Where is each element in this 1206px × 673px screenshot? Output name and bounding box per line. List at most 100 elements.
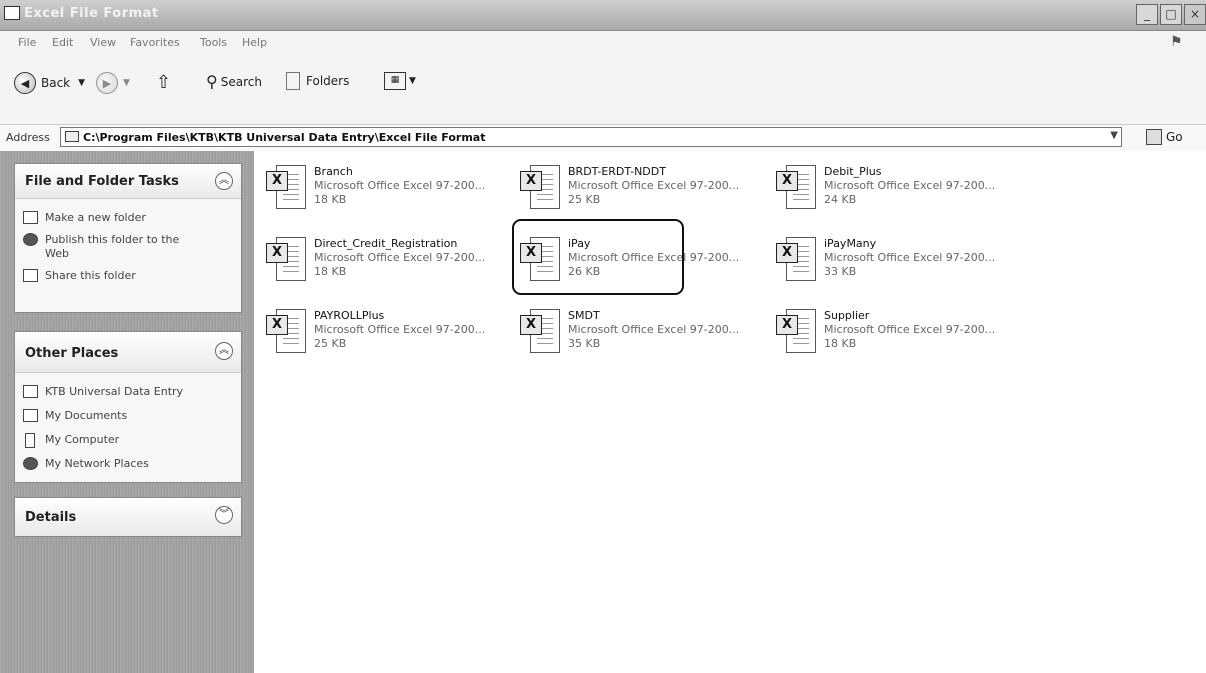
dropdown-arrow-icon: ▼ <box>123 78 130 88</box>
address-input[interactable]: C:\Program Files\KTB\KTB Universal Data … <box>60 127 1122 147</box>
excel-file-icon: X <box>776 165 818 211</box>
file-item[interactable]: X BRDT-ERDT-NDDT Microsoft Office Excel … <box>516 163 756 217</box>
task-share-folder[interactable]: Share this folder <box>15 269 241 283</box>
menu-file[interactable]: File <box>18 36 36 49</box>
go-label: Go <box>1166 130 1183 144</box>
task-label: Make a new folder <box>45 211 146 224</box>
task-make-new-folder[interactable]: Make a new folder <box>15 211 241 225</box>
selection-highlight-outline <box>512 219 684 295</box>
file-size: 24 KB <box>824 193 857 206</box>
back-button[interactable]: ◀ Back ▼ <box>14 72 85 94</box>
minimize-button[interactable]: _ <box>1136 4 1158 25</box>
new-folder-icon <box>23 211 38 224</box>
excel-file-icon: X <box>266 309 308 355</box>
menu-favorites[interactable]: Favorites <box>130 36 180 49</box>
task-publish-folder[interactable]: Publish this folder to the Web <box>15 233 205 261</box>
menu-tools[interactable]: Tools <box>200 36 227 49</box>
file-item[interactable]: X Debit_Plus Microsoft Office Excel 97-2… <box>772 163 1012 217</box>
search-icon: ⚲ <box>206 72 218 91</box>
address-label: Address <box>6 131 50 144</box>
panel-header[interactable]: Other Places ︽ <box>15 332 241 373</box>
file-item[interactable]: X PAYROLLPlus Microsoft Office Excel 97-… <box>262 307 502 361</box>
network-icon <box>23 457 38 470</box>
views-button[interactable]: ▦ ▼ <box>384 72 416 90</box>
file-folder-tasks-panel: File and Folder Tasks ︽ Make a new folde… <box>14 163 242 313</box>
excel-file-icon: X <box>520 309 562 355</box>
dropdown-arrow-icon: ▼ <box>409 76 416 86</box>
file-type: Microsoft Office Excel 97-200... <box>824 251 996 264</box>
menu-help[interactable]: Help <box>242 36 267 49</box>
file-size: 18 KB <box>314 193 347 206</box>
maximize-button[interactable]: □ <box>1160 4 1182 25</box>
task-pane: File and Folder Tasks ︽ Make a new folde… <box>0 151 254 673</box>
close-button[interactable]: × <box>1184 4 1206 25</box>
documents-folder-icon <box>23 409 38 422</box>
back-arrow-icon: ◀ <box>14 72 36 94</box>
folders-icon <box>286 72 300 90</box>
toolbar: ◀ Back ▼ ▶ ▼ ⇧ ⚲ Search Folders ▦ ▼ <box>0 54 1206 114</box>
place-my-documents[interactable]: My Documents <box>15 409 241 423</box>
panel-title: Details <box>25 510 77 525</box>
excel-file-icon: X <box>776 237 818 283</box>
file-type: Microsoft Office Excel 97-200... <box>824 323 996 336</box>
place-label: KTB Universal Data Entry <box>45 385 184 398</box>
file-size: 25 KB <box>314 337 347 350</box>
place-label: My Network Places <box>45 457 149 470</box>
excel-file-icon: X <box>776 309 818 355</box>
up-arrow-icon: ⇧ <box>156 72 172 93</box>
folder-icon <box>4 6 20 20</box>
file-type: Microsoft Office Excel 97-200... <box>824 179 996 192</box>
panel-header[interactable]: Details ︾ <box>15 498 241 536</box>
place-my-computer[interactable]: My Computer <box>15 433 241 448</box>
go-arrow-icon <box>1146 129 1162 145</box>
forward-button[interactable]: ▶ ▼ <box>96 72 130 94</box>
file-type: Microsoft Office Excel 97-200... <box>568 179 740 192</box>
place-ktb-universal-data-entry[interactable]: KTB Universal Data Entry <box>15 385 241 399</box>
folders-label: Folders <box>306 74 350 88</box>
views-icon: ▦ <box>384 72 406 90</box>
window-title: Excel File Format <box>24 6 159 21</box>
file-item[interactable]: X iPayMany Microsoft Office Excel 97-200… <box>772 235 1012 289</box>
file-size: 35 KB <box>568 337 601 350</box>
panel-title: File and Folder Tasks <box>25 174 179 189</box>
file-name: Debit_Plus <box>824 165 882 178</box>
expand-chevron-icon[interactable]: ︾ <box>215 506 233 524</box>
place-my-network-places[interactable]: My Network Places <box>15 457 241 471</box>
file-list: X Branch Microsoft Office Excel 97-200..… <box>254 151 1206 673</box>
file-size: 18 KB <box>314 265 347 278</box>
go-button[interactable]: Go <box>1146 129 1183 145</box>
excel-file-icon: X <box>266 237 308 283</box>
panel-header[interactable]: File and Folder Tasks ︽ <box>15 164 241 199</box>
file-item[interactable]: X SMDT Microsoft Office Excel 97-200... … <box>516 307 756 361</box>
file-size: 25 KB <box>568 193 601 206</box>
folders-button[interactable]: Folders <box>286 72 349 90</box>
file-item[interactable]: X Supplier Microsoft Office Excel 97-200… <box>772 307 1012 361</box>
address-path: C:\Program Files\KTB\KTB Universal Data … <box>83 131 486 144</box>
file-type: Microsoft Office Excel 97-200... <box>314 179 486 192</box>
file-item[interactable]: X Branch Microsoft Office Excel 97-200..… <box>262 163 502 217</box>
file-type: Microsoft Office Excel 97-200... <box>314 251 486 264</box>
place-label: My Documents <box>45 409 128 422</box>
collapse-chevron-icon[interactable]: ︽ <box>215 172 233 190</box>
task-label: Share this folder <box>45 269 136 282</box>
collapse-chevron-icon[interactable]: ︽ <box>215 342 233 360</box>
computer-icon <box>25 433 35 448</box>
folder-icon <box>65 131 79 142</box>
task-label: Publish this folder to the Web <box>45 233 180 260</box>
chevron-down-icon[interactable]: ▼ <box>1110 130 1118 141</box>
other-places-panel: Other Places ︽ KTB Universal Data Entry … <box>14 331 242 483</box>
up-folder-button[interactable]: ⇧ <box>156 72 171 93</box>
search-button[interactable]: ⚲ Search <box>206 72 262 91</box>
forward-arrow-icon: ▶ <box>96 72 118 94</box>
file-type: Microsoft Office Excel 97-200... <box>314 323 486 336</box>
file-item[interactable]: X Direct_Credit_Registration Microsoft O… <box>262 235 502 289</box>
menu-edit[interactable]: Edit <box>52 36 73 49</box>
windows-logo-icon: ⚑ <box>1170 34 1183 50</box>
dropdown-arrow-icon: ▼ <box>78 78 86 88</box>
menu-view[interactable]: View <box>90 36 116 49</box>
file-name: iPayMany <box>824 237 877 250</box>
excel-file-icon: X <box>266 165 308 211</box>
file-name: PAYROLLPlus <box>314 309 385 322</box>
share-folder-icon <box>23 269 38 282</box>
globe-icon <box>23 233 38 246</box>
